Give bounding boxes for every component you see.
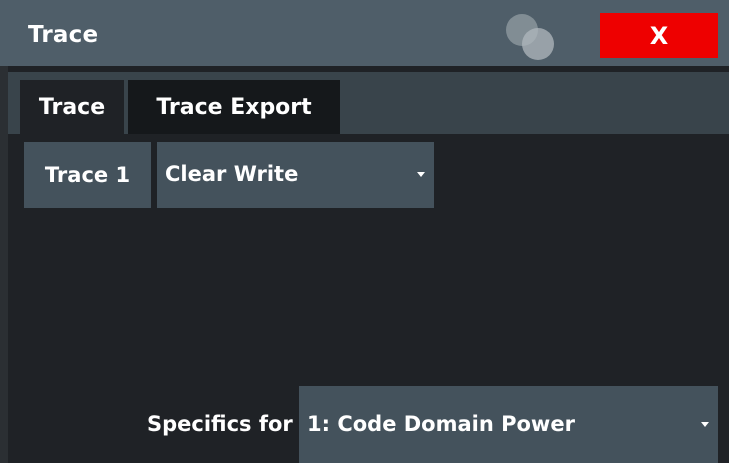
trace-mode-dropdown[interactable]: Clear Write — [157, 142, 434, 208]
specifics-label: Specifics for — [147, 412, 293, 436]
trace-1-button[interactable]: Trace 1 — [24, 142, 151, 208]
close-button[interactable]: X — [600, 13, 718, 58]
trace-dialog: Trace X Trace Trace Export Trace 1 Clear… — [0, 0, 729, 463]
chevron-down-icon — [417, 172, 425, 177]
tab-trace-export-label: Trace Export — [156, 94, 312, 120]
tab-trace-export[interactable]: Trace Export — [128, 80, 340, 134]
specifics-value: 1: Code Domain Power — [307, 412, 575, 436]
title-bar: Trace X — [0, 0, 729, 66]
frame-left — [0, 66, 8, 463]
tab-trace[interactable]: Trace — [20, 80, 124, 134]
trace-1-label: Trace 1 — [44, 163, 131, 187]
close-icon: X — [649, 21, 669, 50]
chevron-down-icon — [701, 422, 709, 427]
trace-mode-value: Clear Write — [165, 162, 299, 186]
dialog-title: Trace — [28, 22, 99, 48]
specifics-dropdown[interactable]: 1: Code Domain Power — [299, 386, 718, 463]
tab-trace-label: Trace — [38, 94, 106, 120]
logo-icon — [506, 14, 554, 60]
